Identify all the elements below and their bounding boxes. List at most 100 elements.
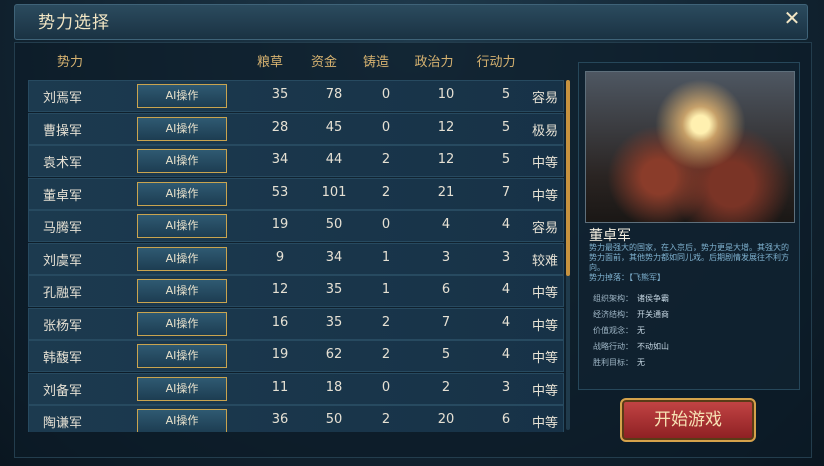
cell-politics: 10 <box>437 87 455 102</box>
header-money: 资金 <box>310 55 337 70</box>
detail-attribute: 战略行动： 不动如山 <box>593 341 669 352</box>
cell-difficulty: 极易 <box>531 123 558 139</box>
header-grain: 粮草 <box>256 55 283 70</box>
cell-money: 50 <box>325 412 343 427</box>
table-row[interactable]: 韩馥军 AI操作 19 62 2 5 4 中等 <box>28 340 564 372</box>
cell-politics: 7 <box>441 314 451 330</box>
cell-action: 5 <box>501 119 511 135</box>
detail-value: 无 <box>637 358 645 367</box>
scrollbar-thumb[interactable] <box>566 80 570 276</box>
faction-art <box>585 71 795 223</box>
cell-grain: 35 <box>271 87 289 102</box>
faction-name: 袁术军 <box>43 156 83 171</box>
cell-politics: 4 <box>441 217 451 232</box>
cell-difficulty: 中等 <box>531 156 558 171</box>
cell-action: 4 <box>501 217 511 232</box>
cell-grain: 12 <box>271 282 289 297</box>
cell-grain: 36 <box>271 412 289 427</box>
table-row[interactable]: 陶谦军 AI操作 36 50 2 20 6 中等 <box>28 405 564 432</box>
ai-control-button[interactable]: AI操作 <box>137 214 227 238</box>
detail-key: 经济结构： <box>593 310 633 319</box>
detail-attribute: 经济结构： 开关通商 <box>593 309 669 320</box>
ai-control-button[interactable]: AI操作 <box>137 409 227 432</box>
cell-action: 3 <box>501 249 511 265</box>
game-window: 势力选择 ✕ 势力 粮草 资金 铸造 政治力 行动力 刘焉军 AI操作 35 78 0 1… <box>0 0 824 466</box>
cell-politics: 6 <box>441 282 451 297</box>
cell-cast: 2 <box>381 152 391 167</box>
faction-name: 刘虞军 <box>43 253 83 269</box>
cell-cast: 2 <box>381 412 391 427</box>
detail-attribute: 价值观念： 无 <box>593 325 645 336</box>
table-row[interactable]: 马腾军 AI操作 19 50 0 4 4 容易 <box>28 210 564 242</box>
cell-cast: 0 <box>381 87 391 102</box>
ai-control-button[interactable]: AI操作 <box>137 376 227 401</box>
faction-name: 马腾军 <box>43 221 83 236</box>
table-row[interactable]: 董卓军 AI操作 53 101 2 21 7 中等 <box>28 177 564 210</box>
detail-key: 价值观念： <box>593 326 633 335</box>
cell-difficulty: 中等 <box>531 383 558 399</box>
cell-money: 44 <box>325 152 343 167</box>
table-row[interactable]: 张杨军 AI操作 16 35 2 7 4 中等 <box>28 307 564 340</box>
header-faction: 势力 <box>56 55 83 70</box>
detail-desc-text: 势力最强大的国家，在入京后，势力更是大增。其强大的势力面前，其他势力都如同儿戏。… <box>589 243 789 272</box>
cell-money: 62 <box>325 347 343 362</box>
cell-difficulty: 中等 <box>531 351 558 366</box>
ai-control-button[interactable]: AI操作 <box>137 246 227 271</box>
cell-cast: 1 <box>381 282 391 297</box>
start-game-button[interactable]: 开始游戏 <box>620 398 756 442</box>
ai-control-button[interactable]: AI操作 <box>137 279 227 303</box>
detail-panel: 董卓军 势力最强大的国家，在入京后，势力更是大增。其强大的势力面前，其他势力都如… <box>578 62 800 390</box>
table-header: 势力 粮草 资金 铸造 政治力 行动力 <box>0 51 570 71</box>
cell-politics: 12 <box>437 119 455 135</box>
cell-difficulty: 中等 <box>531 318 558 334</box>
header-action: 行动力 <box>476 55 516 70</box>
cell-cast: 0 <box>381 119 391 135</box>
cell-grain: 34 <box>271 152 289 167</box>
table-row[interactable]: 刘焉军 AI操作 35 78 0 10 5 容易 <box>28 80 564 112</box>
cell-action: 4 <box>501 347 511 362</box>
cell-difficulty: 中等 <box>531 286 558 301</box>
table-row[interactable]: 刘备军 AI操作 11 18 0 2 3 中等 <box>28 372 564 405</box>
cell-money: 45 <box>325 119 343 135</box>
detail-attribute: 组织架构： 诸侯争霸 <box>593 293 669 304</box>
cell-action: 5 <box>501 152 511 167</box>
table-row[interactable]: 刘虞军 AI操作 9 34 1 3 3 较难 <box>28 242 564 275</box>
cell-action: 5 <box>501 87 511 102</box>
ai-control-button[interactable]: AI操作 <box>137 84 227 108</box>
cell-money: 101 <box>321 184 347 200</box>
ai-control-button[interactable]: AI操作 <box>137 344 227 368</box>
ai-control-button[interactable]: AI操作 <box>137 181 227 206</box>
table-row[interactable]: 曹操军 AI操作 28 45 0 12 5 极易 <box>28 112 564 145</box>
faction-list: 刘焉军 AI操作 35 78 0 10 5 容易 曹操军 AI操作 28 45 0 12 5 极易 袁术军 AI操… <box>28 80 570 432</box>
cell-difficulty: 容易 <box>531 221 558 236</box>
detail-key: 战略行动： <box>593 342 633 351</box>
faction-name: 董卓军 <box>43 188 83 204</box>
cell-politics: 20 <box>437 412 455 427</box>
cell-grain: 19 <box>271 217 289 232</box>
table-row[interactable]: 袁术军 AI操作 34 44 2 12 5 中等 <box>28 145 564 177</box>
faction-name: 刘焉军 <box>43 91 83 106</box>
detail-attribute: 胜利目标： 无 <box>593 357 645 368</box>
cell-action: 3 <box>501 379 511 395</box>
ai-control-button[interactable]: AI操作 <box>137 116 227 141</box>
faction-name: 张杨军 <box>43 318 83 334</box>
detail-value: 开关通商 <box>637 310 669 319</box>
cell-difficulty: 中等 <box>531 188 558 204</box>
cell-grain: 53 <box>271 184 289 200</box>
cell-cast: 2 <box>381 314 391 330</box>
table-row[interactable]: 孔融军 AI操作 12 35 1 6 4 中等 <box>28 275 564 307</box>
cell-money: 35 <box>325 282 343 297</box>
detail-drop-text: 势力掉落：【飞熊军】 <box>589 273 665 282</box>
cell-grain: 9 <box>275 249 285 265</box>
cell-politics: 12 <box>437 152 455 167</box>
window-title: 势力选择 <box>38 13 110 33</box>
cell-cast: 2 <box>381 347 391 362</box>
ai-control-button[interactable]: AI操作 <box>137 311 227 336</box>
cell-money: 18 <box>325 379 343 395</box>
cell-money: 34 <box>325 249 343 265</box>
ai-control-button[interactable]: AI操作 <box>137 149 227 173</box>
faction-name: 刘备军 <box>43 383 83 399</box>
close-icon[interactable]: ✕ <box>782 8 802 28</box>
cell-grain: 11 <box>271 379 289 395</box>
detail-value: 不动如山 <box>637 342 669 351</box>
